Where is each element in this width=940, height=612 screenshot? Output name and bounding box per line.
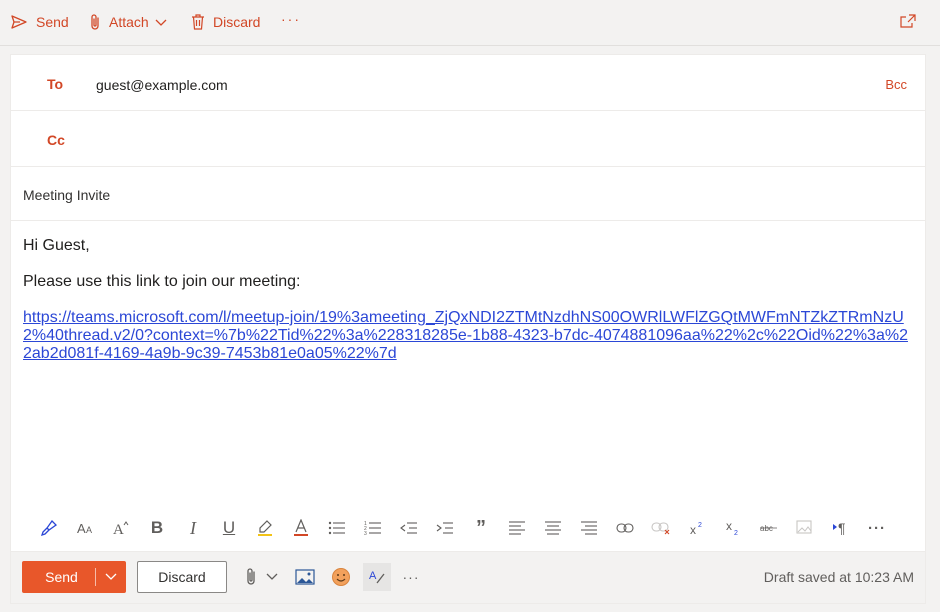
body-greeting: Hi Guest, bbox=[23, 237, 90, 254]
italic-icon[interactable]: I bbox=[175, 513, 211, 543]
to-recipient[interactable]: guest@example.com bbox=[96, 77, 228, 93]
font-size-icon[interactable]: AA bbox=[67, 513, 103, 543]
send-button[interactable]: Send bbox=[22, 561, 126, 593]
decrease-indent-icon[interactable] bbox=[391, 513, 427, 543]
svg-text:A: A bbox=[86, 525, 92, 535]
svg-text:x: x bbox=[690, 523, 696, 535]
message-body[interactable]: Hi Guest, Please use this link to join o… bbox=[23, 237, 913, 363]
align-left-icon[interactable] bbox=[499, 513, 535, 543]
toolbar-more-button[interactable]: ··· bbox=[281, 11, 301, 27]
paragraph-direction-icon[interactable]: ¶ bbox=[823, 513, 859, 543]
chevron-down-icon[interactable] bbox=[155, 14, 167, 30]
bottom-action-bar: Send Discard A ··· Draft saved at 10:23 … bbox=[11, 551, 925, 603]
svg-text:x: x bbox=[726, 520, 732, 533]
bcc-button[interactable]: Bcc bbox=[885, 77, 907, 92]
send-button-label: Send bbox=[45, 569, 78, 585]
svg-text:2: 2 bbox=[698, 522, 702, 529]
highlight-icon[interactable] bbox=[247, 513, 283, 543]
subject-row bbox=[11, 167, 925, 221]
remove-link-icon[interactable] bbox=[643, 513, 679, 543]
underline-icon[interactable]: U bbox=[211, 513, 247, 543]
emoji-icon[interactable] bbox=[329, 565, 353, 589]
svg-text:2: 2 bbox=[734, 530, 738, 536]
format-painter-icon[interactable] bbox=[31, 513, 67, 543]
align-right-icon[interactable] bbox=[571, 513, 607, 543]
toolbar-send-button[interactable]: Send bbox=[10, 13, 69, 31]
draft-status: Draft saved at 10:23 AM bbox=[763, 569, 914, 585]
svg-text:3: 3 bbox=[364, 531, 367, 535]
subject-field[interactable]: Meeting Invite bbox=[23, 187, 110, 203]
insert-picture-icon[interactable] bbox=[787, 513, 823, 543]
toolbar-discard-button[interactable]: Discard bbox=[189, 13, 260, 31]
body-line: Please use this link to join our meeting… bbox=[23, 273, 301, 290]
superscript-icon[interactable]: x2 bbox=[679, 513, 715, 543]
font-color-icon[interactable] bbox=[283, 513, 319, 543]
attach-chevron-down-icon[interactable] bbox=[260, 565, 284, 589]
toolbar-attach-label: Attach bbox=[109, 14, 149, 30]
trash-icon bbox=[189, 13, 207, 31]
editor-icon[interactable]: A bbox=[363, 563, 391, 591]
top-toolbar: Send Attach Discard ··· bbox=[0, 0, 940, 46]
quote-icon[interactable]: ” bbox=[463, 513, 499, 543]
svg-text:A: A bbox=[113, 522, 124, 536]
bullets-icon[interactable] bbox=[319, 513, 355, 543]
more-options-button[interactable]: ··· bbox=[399, 565, 423, 589]
formatting-toolbar: AA A B I U 123 ” x 2 x 2 abc ¶ ··· bbox=[11, 505, 925, 551]
svg-text:abc: abc bbox=[760, 524, 773, 533]
numbering-icon[interactable]: 123 bbox=[355, 513, 391, 543]
compose-card: To guest@example.com Bcc Cc Meeting Invi… bbox=[10, 54, 926, 604]
svg-text:¶: ¶ bbox=[838, 520, 846, 536]
svg-text:A: A bbox=[369, 570, 377, 582]
bold-icon[interactable]: B bbox=[139, 513, 175, 543]
more-formatting-icon[interactable]: ··· bbox=[859, 513, 895, 543]
font-size-increase-icon[interactable]: A bbox=[103, 513, 139, 543]
subscript-icon[interactable]: x2 bbox=[715, 513, 751, 543]
cc-label[interactable]: Cc bbox=[47, 132, 65, 148]
popout-icon[interactable] bbox=[900, 14, 916, 28]
svg-text:A: A bbox=[77, 521, 86, 536]
to-label[interactable]: To bbox=[47, 76, 63, 92]
send-options-chevron-icon[interactable] bbox=[96, 573, 126, 581]
meeting-link[interactable]: https://teams.microsoft.com/l/meetup-joi… bbox=[23, 309, 908, 363]
insert-link-icon[interactable] bbox=[607, 513, 643, 543]
toolbar-discard-label: Discard bbox=[213, 14, 261, 30]
send-icon bbox=[10, 13, 28, 31]
align-center-icon[interactable] bbox=[535, 513, 571, 543]
increase-indent-icon[interactable] bbox=[427, 513, 463, 543]
insert-image-icon[interactable] bbox=[293, 565, 317, 589]
toolbar-attach-button[interactable]: Attach bbox=[86, 13, 167, 31]
toolbar-send-label: Send bbox=[36, 14, 69, 30]
discard-button[interactable]: Discard bbox=[137, 561, 227, 593]
cc-input[interactable] bbox=[96, 119, 876, 159]
strikethrough-icon[interactable]: abc bbox=[751, 513, 787, 543]
paperclip-icon bbox=[86, 13, 104, 31]
